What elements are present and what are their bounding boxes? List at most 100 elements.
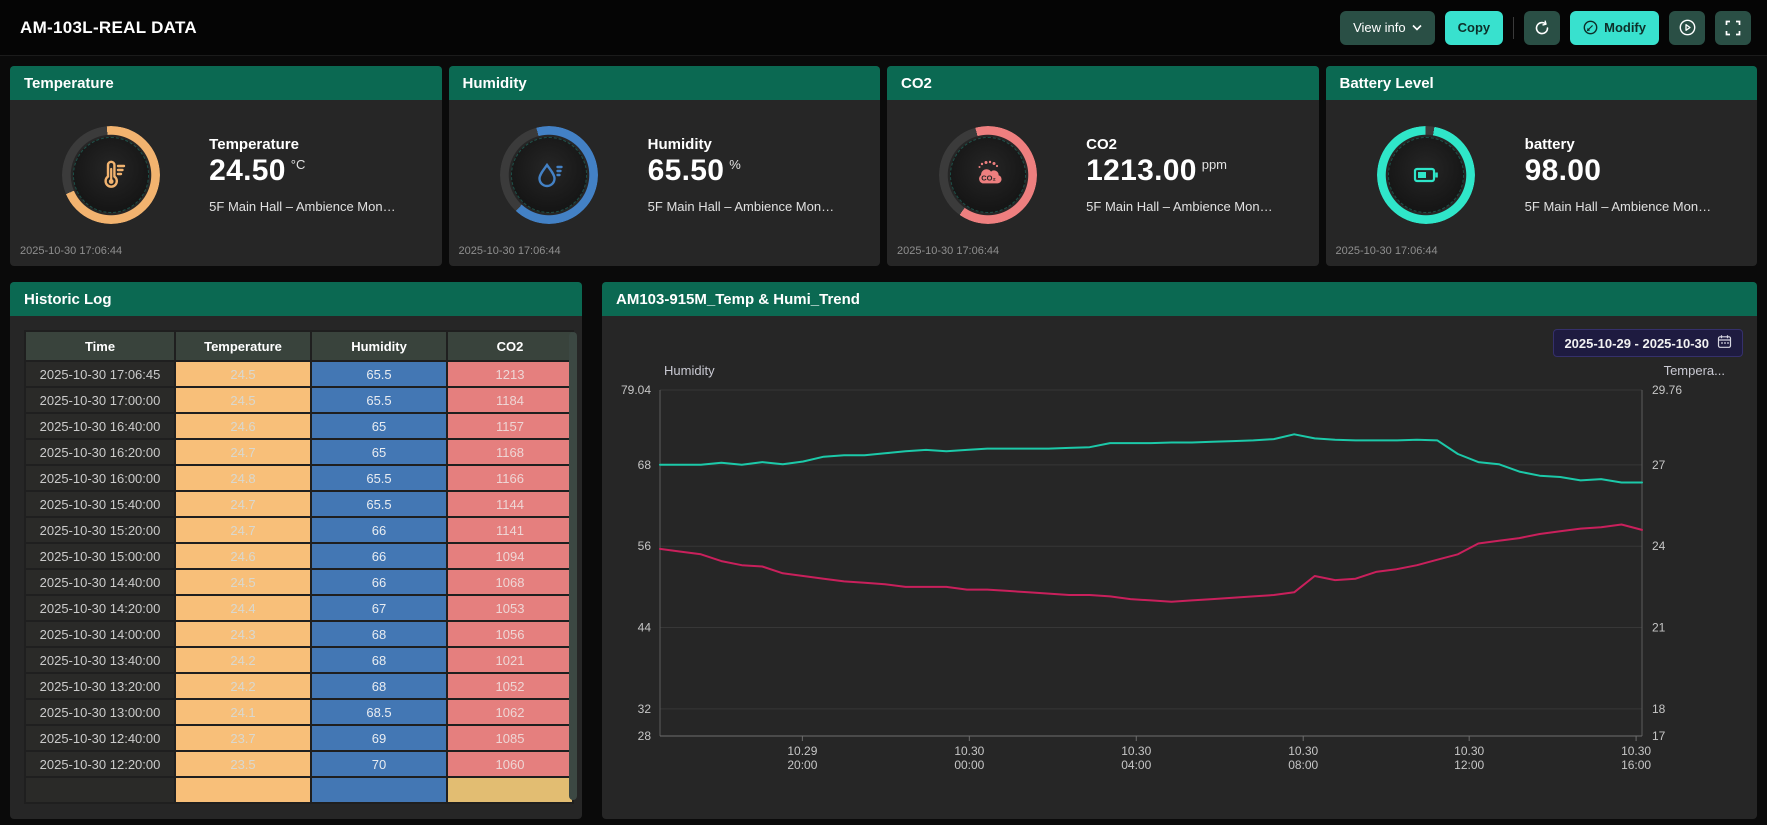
trend-chart-title: AM103-915M_Temp & Humi_Trend [616,291,860,308]
fullscreen-icon [1725,20,1741,36]
table-row: 2025-10-30 13:20:0024.2681052 [25,673,573,699]
log-time-cell [25,777,175,803]
date-range-picker[interactable]: 2025-10-29 - 2025-10-30 [1553,329,1743,357]
log-time-cell: 2025-10-30 14:40:00 [25,569,175,595]
log-humidity-cell: 66 [311,543,447,569]
log-humidity-cell: 69 [311,725,447,751]
table-row: 2025-10-30 13:40:0024.2681021 [25,647,573,673]
log-humidity-cell: 65.5 [311,387,447,413]
x-axis-label: 10.3012:00 [1454,744,1484,772]
battery-gauge [1377,126,1475,224]
humidity-gauge [500,126,598,224]
log-co2-cell: 1056 [447,621,573,647]
log-time-cell: 2025-10-30 13:00:00 [25,699,175,725]
modify-label: Modify [1604,20,1646,35]
trend-chart-panel: AM103-915M_Temp & Humi_Trend 2025-10-29 … [602,282,1757,819]
play-circle-icon [1679,19,1696,36]
trend-chart-svg: 79.04685644322829.76272421181710.2920:00… [602,316,1757,817]
log-co2-cell [447,777,573,803]
table-row: 2025-10-30 16:20:0024.7651168 [25,439,573,465]
log-humidity-cell: 68 [311,647,447,673]
column-header-time: Time [25,331,175,361]
bottom-row: Historic Log TimeTemperatureHumidityCO22… [10,282,1757,819]
log-time-cell: 2025-10-30 14:00:00 [25,621,175,647]
refresh-button[interactable] [1524,11,1560,45]
log-time-cell: 2025-10-30 17:06:45 [25,361,175,387]
log-time-cell: 2025-10-30 12:20:00 [25,751,175,777]
log-humidity-cell: 65.5 [311,361,447,387]
table-row: 2025-10-30 12:20:0023.5701060 [25,751,573,777]
date-range-value: 2025-10-29 - 2025-10-30 [1564,336,1709,351]
humidity-card-title: Humidity [463,75,527,92]
svg-text:CO₂: CO₂ [981,173,996,182]
log-temperature-cell: 24.5 [175,361,311,387]
play-button[interactable] [1669,11,1705,45]
log-co2-cell: 1144 [447,491,573,517]
axis-tick-label: 79.04 [621,383,651,397]
table-row: 2025-10-30 14:40:0024.5661068 [25,569,573,595]
temperature-location: 5F Main Hall – Ambience Mon… [209,199,429,214]
right-axis-name: Tempera... [1664,363,1725,378]
humidity-location: 5F Main Hall – Ambience Mon… [648,199,868,214]
log-humidity-cell: 67 [311,595,447,621]
co2-location: 5F Main Hall – Ambience Mon… [1086,199,1306,214]
axis-tick-label: 24 [1652,539,1666,553]
log-co2-cell: 1068 [447,569,573,595]
chevron-down-icon [1412,24,1422,31]
co2-cloud-icon: CO₂ [950,137,1026,213]
copy-button[interactable]: Copy [1445,11,1504,45]
log-temperature-cell: 24.6 [175,413,311,439]
log-humidity-cell: 68.5 [311,699,447,725]
log-temperature-cell: 24.4 [175,595,311,621]
trend-chart-header: AM103-915M_Temp & Humi_Trend [602,282,1757,316]
log-temperature-cell: 24.1 [175,699,311,725]
log-co2-cell: 1052 [447,673,573,699]
humidity-unit: % [729,157,741,172]
modify-button[interactable]: Modify [1570,11,1659,45]
log-time-cell: 2025-10-30 13:20:00 [25,673,175,699]
log-humidity-cell: 70 [311,751,447,777]
log-time-cell: 2025-10-30 17:00:00 [25,387,175,413]
historic-log-panel: Historic Log TimeTemperatureHumidityCO22… [10,282,582,819]
toolbar-divider [1513,17,1514,39]
table-row: 2025-10-30 15:40:0024.765.51144 [25,491,573,517]
page-title: AM-103L-REAL DATA [20,18,197,38]
log-temperature-cell: 24.5 [175,569,311,595]
table-row: 2025-10-30 17:00:0024.565.51184 [25,387,573,413]
log-co2-cell: 1021 [447,647,573,673]
log-co2-cell: 1168 [447,439,573,465]
axis-tick-label: 17 [1652,729,1666,743]
log-humidity-cell: 66 [311,517,447,543]
axis-tick-label: 28 [638,729,652,743]
log-time-cell: 2025-10-30 15:20:00 [25,517,175,543]
log-temperature-cell: 24.7 [175,517,311,543]
view-info-button[interactable]: View info [1340,11,1435,45]
table-scrollbar[interactable] [569,332,577,800]
fullscreen-button[interactable] [1715,11,1751,45]
table-row: 2025-10-30 16:40:0024.6651157 [25,413,573,439]
table-row-partial [25,777,573,803]
temperature-card-header: Temperature [10,66,442,100]
battery-card: Battery Level [1326,66,1758,266]
humidity-value: 65.50 [648,154,725,187]
axis-tick-label: 18 [1652,702,1666,716]
log-humidity-cell [311,777,447,803]
log-time-cell: 2025-10-30 15:00:00 [25,543,175,569]
table-row: 2025-10-30 12:40:0023.7691085 [25,725,573,751]
log-temperature-cell: 24.8 [175,465,311,491]
thermometer-icon [73,137,149,213]
x-axis-label: 10.2920:00 [787,744,817,772]
dashboard-page: AM-103L-REAL DATA View info Copy [0,0,1767,825]
axis-tick-label: 56 [638,539,652,553]
log-temperature-cell: 24.7 [175,439,311,465]
log-co2-cell: 1062 [447,699,573,725]
temperature-timestamp: 2025-10-30 17:06:44 [10,245,442,266]
co2-card-title: CO2 [901,75,932,92]
log-humidity-cell: 68 [311,673,447,699]
table-row: 2025-10-30 14:20:0024.4671053 [25,595,573,621]
axis-tick-label: 68 [638,458,652,472]
temperature-value: 24.50 [209,154,286,187]
log-temperature-cell: 24.5 [175,387,311,413]
log-time-cell: 2025-10-30 16:20:00 [25,439,175,465]
log-co2-cell: 1184 [447,387,573,413]
